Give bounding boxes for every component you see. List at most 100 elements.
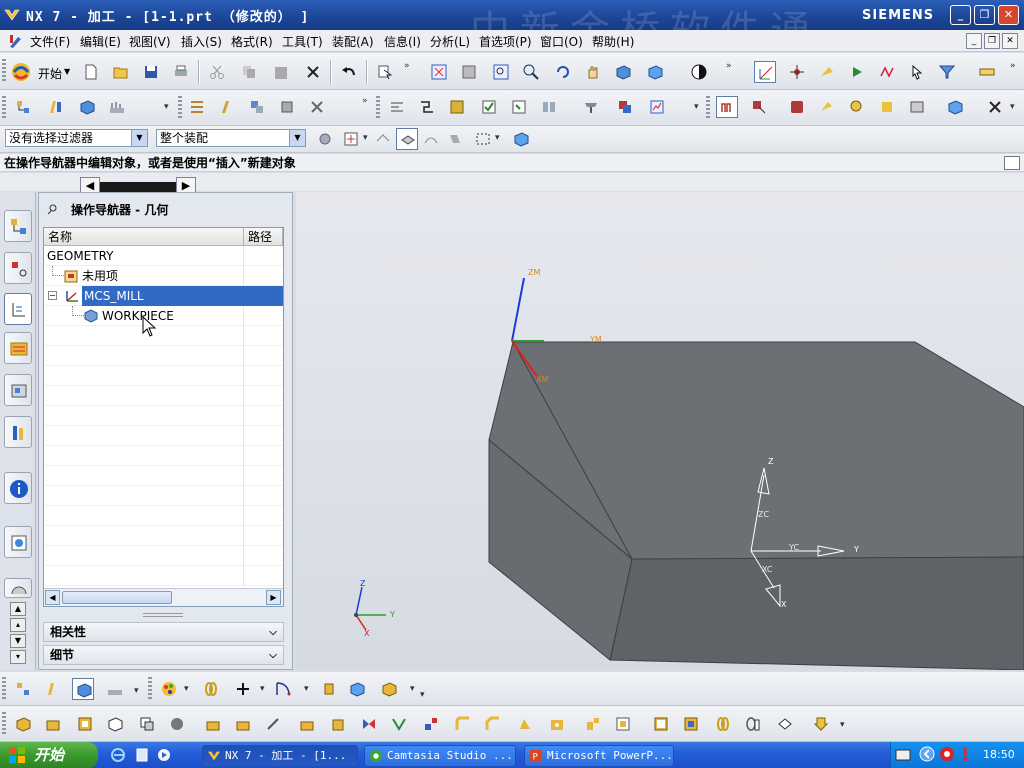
details-section[interactable]: 细节 ⌵ <box>43 645 284 665</box>
menu-help[interactable]: 帮助(H) <box>592 33 634 50</box>
ie-icon[interactable] <box>110 747 126 763</box>
zoom-button[interactable] <box>490 61 512 83</box>
snap-point-button[interactable] <box>340 128 362 150</box>
generate-tool-path-button[interactable] <box>386 96 408 118</box>
wcs-origin-button[interactable] <box>786 61 808 83</box>
information-button[interactable] <box>846 96 868 118</box>
menu-window[interactable]: 窗口(O) <box>540 33 583 50</box>
type-filter-select[interactable]: 没有选择过滤器 ▼ <box>5 129 148 147</box>
create-geometry-bottom-button[interactable] <box>72 678 94 700</box>
toolbar-grip[interactable] <box>148 677 152 701</box>
windows-start-button[interactable]: 开始 <box>0 742 98 768</box>
scroll-left-icon[interactable]: ◀ <box>45 590 60 605</box>
pan-button[interactable] <box>582 61 604 83</box>
filter-reset-button[interactable] <box>314 128 336 150</box>
chevron-down-icon[interactable]: ⌵ <box>265 647 281 663</box>
op-tool-15[interactable] <box>452 713 474 735</box>
start-button[interactable]: 开始 ▼ <box>10 61 70 83</box>
pin-icon[interactable] <box>47 203 59 215</box>
cut-object-button[interactable] <box>748 96 770 118</box>
menu-format[interactable]: 格式(R) <box>231 33 273 50</box>
list-tool-path-button[interactable] <box>446 96 468 118</box>
machine-tool-view-button[interactable] <box>216 96 238 118</box>
method-view-button[interactable] <box>276 96 298 118</box>
close-button[interactable]: ✕ <box>998 5 1019 25</box>
toolbar-grip[interactable] <box>2 59 6 83</box>
assembly-navigator-tab[interactable] <box>4 210 32 242</box>
block-front-face[interactable] <box>609 556 1024 671</box>
face-select-button[interactable] <box>444 128 466 150</box>
record-icon[interactable] <box>939 746 955 762</box>
mdi-restore-button[interactable]: ❐ <box>984 33 1000 49</box>
link-button[interactable] <box>200 678 222 700</box>
rendering-style-button[interactable] <box>644 61 666 83</box>
chevron-down-icon[interactable]: ▾ <box>1010 102 1015 112</box>
resource-scroll-down-button[interactable]: ▼ <box>10 634 26 648</box>
reuse-library-tab[interactable] <box>4 416 32 448</box>
part-navigator-tab[interactable] <box>4 293 32 325</box>
replay-button[interactable] <box>416 96 438 118</box>
geometry-view-button[interactable] <box>246 96 268 118</box>
wcs-dynamics-button[interactable] <box>754 61 776 83</box>
toolbar-grip[interactable] <box>2 677 6 701</box>
close-toolbar-button[interactable] <box>984 96 1006 118</box>
dependencies-section[interactable]: 相关性 ⌵ <box>43 622 284 642</box>
op-tool-22[interactable] <box>680 713 702 735</box>
measure-button[interactable] <box>976 61 998 83</box>
toolbar-grip[interactable] <box>2 96 6 120</box>
collapse-toggle[interactable]: − <box>48 291 57 300</box>
select-all-button[interactable] <box>510 128 532 150</box>
zoom-window-button[interactable] <box>458 61 480 83</box>
point-button[interactable] <box>232 678 254 700</box>
feature-select-button[interactable] <box>372 128 394 150</box>
tray-arrow-icon[interactable] <box>919 746 935 762</box>
verify-button[interactable] <box>846 61 868 83</box>
resource-scroll-up-button[interactable]: ▲ <box>10 602 26 616</box>
create-method-bottom-button[interactable] <box>104 678 126 700</box>
filter-button[interactable] <box>936 61 958 83</box>
splitter-handle[interactable] <box>143 613 183 617</box>
chevron-down-icon[interactable]: ▾ <box>840 720 845 730</box>
feature-edit-button[interactable] <box>378 678 400 700</box>
op-tool-1[interactable] <box>12 713 34 735</box>
verify-tool-path-button[interactable] <box>478 96 500 118</box>
chevron-down-icon[interactable]: ▾ <box>410 684 415 694</box>
create-method-button[interactable] <box>106 96 128 118</box>
chevron-down-icon[interactable]: ▾ <box>420 690 425 700</box>
workpiece-button[interactable] <box>944 96 966 118</box>
create-tool-bottom-button[interactable] <box>42 678 64 700</box>
constraint-navigator-tab[interactable] <box>4 252 32 284</box>
paste-button[interactable] <box>270 61 292 83</box>
tree-row-geometry[interactable]: GEOMETRY <box>44 246 283 266</box>
open-button[interactable] <box>110 61 132 83</box>
op-tool-9[interactable] <box>262 713 284 735</box>
toolbar-overflow-icon[interactable]: » <box>404 61 410 71</box>
menu-information[interactable]: 信息(I) <box>384 33 421 50</box>
rotate-button[interactable] <box>552 61 574 83</box>
shop-doc-button[interactable] <box>580 96 602 118</box>
info-tab[interactable] <box>4 472 32 504</box>
create-tool-button[interactable] <box>44 96 66 118</box>
zoom-in-out-button[interactable] <box>520 61 542 83</box>
chevron-down-icon[interactable]: ▾ <box>184 684 189 694</box>
taskbar-task-camtasia[interactable]: Camtasia Studio ... <box>364 745 516 767</box>
toolbar-overflow-icon[interactable]: » <box>1010 61 1016 71</box>
name-column-header[interactable]: 名称 <box>44 228 244 246</box>
chevron-down-icon[interactable]: ▾ <box>134 686 139 696</box>
op-tool-21[interactable] <box>650 713 672 735</box>
web-browser-tab[interactable] <box>4 526 32 558</box>
operation-navigator-tab[interactable] <box>4 332 32 364</box>
chevron-down-icon[interactable]: ⌵ <box>265 624 281 640</box>
op-tool-26[interactable] <box>810 713 832 735</box>
mdi-minimize-button[interactable]: _ <box>966 33 982 49</box>
model-view[interactable]: ZM YM XM Z ZC YC Y XC X Z Y X <box>296 192 1024 671</box>
op-tool-23[interactable] <box>712 713 734 735</box>
op-tool-24[interactable] <box>742 713 764 735</box>
save-button[interactable] <box>140 61 162 83</box>
op-tool-12[interactable] <box>358 713 380 735</box>
orient-view-button[interactable] <box>612 61 634 83</box>
thickness-button[interactable] <box>876 96 898 118</box>
chevron-down-icon[interactable]: ▾ <box>495 133 500 143</box>
select-options-button[interactable] <box>374 61 396 83</box>
menu-assemblies[interactable]: 装配(A) <box>332 33 374 50</box>
